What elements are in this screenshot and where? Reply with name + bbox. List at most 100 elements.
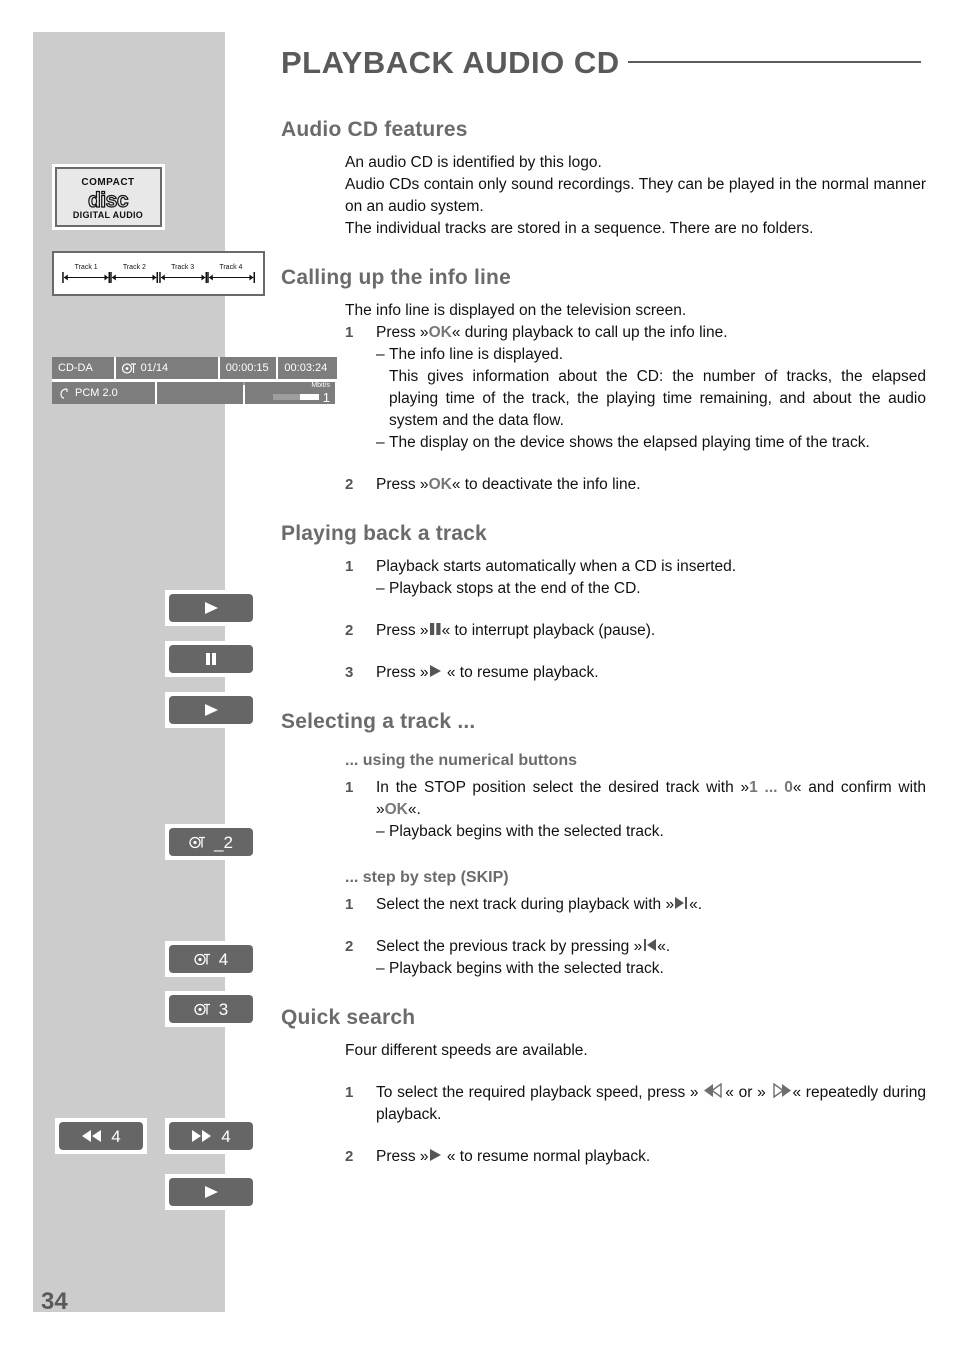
- sub-dash: –: [376, 434, 385, 451]
- track-label: Track 4: [219, 264, 243, 271]
- step-number: 3: [345, 664, 354, 681]
- step-text-pre: Press »: [376, 1148, 429, 1165]
- forward-value: 4: [221, 1126, 231, 1146]
- osd-format-cell: CD-DA: [52, 357, 114, 379]
- key-ok: OK: [384, 801, 408, 818]
- step-text: To select the required playback speed, p…: [376, 1082, 926, 1126]
- step-text-a: To select the required playback speed, p…: [376, 1084, 704, 1101]
- track-segment: Track 1: [62, 253, 110, 294]
- key-display-play-1: [165, 590, 257, 626]
- key-ok: OK: [428, 476, 452, 493]
- sub-text: Playback stops at the end of the CD.: [389, 580, 641, 597]
- numerical-step-1: 1 In the STOP position select the desire…: [345, 777, 926, 821]
- info-line-sub-2: – The display on the device shows the el…: [376, 432, 926, 454]
- step-text: Select the next track during playback wi…: [376, 894, 926, 916]
- manual-page: PLAYBACK AUDIO CD COMPACT disc DIGITAL A…: [0, 0, 954, 1352]
- key-display-track-select: _2: [165, 824, 257, 860]
- sub-text: Playback begins with the selected track.: [389, 823, 664, 840]
- key-display-rewind: 4: [55, 1118, 147, 1154]
- key-display-pause: [165, 641, 257, 677]
- play-icon: [202, 600, 220, 616]
- audio-cd-features-line-2: Audio CDs contain only sound recordings.…: [345, 176, 926, 215]
- compact-disc-logo: COMPACT disc DIGITAL AUDIO: [55, 167, 162, 227]
- track-segment: Track 4: [207, 253, 255, 294]
- track-segment: Track 3: [159, 253, 207, 294]
- sub-text: The info line is displayed.: [389, 346, 564, 363]
- subsection-heading-numerical-buttons: ... using the numerical buttons: [345, 752, 578, 769]
- osd-blank-cell: [157, 382, 243, 404]
- section-heading-info-line: Calling up the info line: [281, 266, 511, 289]
- step-text-pre: Select the previous track by pressing »: [376, 938, 643, 955]
- key-display-play-2: [165, 692, 257, 728]
- forward-search-icon: [770, 1083, 792, 1098]
- quick-search-step-1: 1 To select the required playback speed,…: [345, 1082, 926, 1126]
- quick-search-intro: Four different speeds are available.: [345, 1042, 588, 1059]
- play-icon: [202, 702, 220, 718]
- step-number: 2: [345, 622, 354, 639]
- playing-back-step-2: 2 Press » « to interrupt playback (pause)…: [345, 620, 926, 642]
- sub-dash: –: [376, 960, 385, 977]
- track-label: Track 3: [171, 264, 195, 271]
- sub-dash: –: [376, 823, 385, 840]
- osd-elapsed-cell: 00:00:15: [219, 357, 277, 379]
- compact-disc-logo-icon: COMPACT disc DIGITAL AUDIO: [73, 177, 143, 220]
- pause-icon: [429, 622, 442, 636]
- audio-icon: [60, 387, 68, 399]
- pause-icon: [203, 651, 219, 667]
- key-numeric-range: 1 ... 0: [749, 779, 793, 796]
- rewind-value: 4: [111, 1126, 121, 1146]
- svg-text:DIGITAL AUDIO: DIGITAL AUDIO: [73, 210, 143, 220]
- step-text-pre: Press »: [376, 622, 429, 639]
- playing-back-step-3: 3 Press » « to resume playback.: [345, 662, 926, 684]
- key-display-skip-next: 4: [165, 941, 257, 977]
- step-text-a: In the STOP position select the desired …: [376, 779, 750, 796]
- step-text: Press »OK« during playback to call up th…: [376, 322, 926, 344]
- page-title: PLAYBACK AUDIO CD: [281, 45, 620, 80]
- skip-next-value: 4: [218, 949, 229, 969]
- info-line-sub-1: – The info line is displayed.: [376, 344, 926, 366]
- sub-dash: –: [376, 580, 385, 597]
- osd-audio-cell: PCM 2.0: [52, 382, 155, 404]
- info-line-intro: The info line is displayed on the televi…: [345, 302, 687, 319]
- osd-audio-value: PCM 2.0: [75, 387, 118, 399]
- track-icon: [121, 362, 136, 374]
- step-text: Select the previous track by pressing » «…: [376, 936, 926, 958]
- fast-forward-icon: [191, 1129, 213, 1143]
- step-number: 1: [345, 896, 354, 913]
- track-select-value: _2: [214, 832, 233, 852]
- step-number: 1: [345, 558, 354, 575]
- title-rule: [627, 61, 921, 63]
- svg-text:disc: disc: [88, 189, 129, 212]
- key-display-forward: 4: [165, 1118, 257, 1154]
- osd-track-value: 01/14: [140, 362, 169, 374]
- step-text: Press » « to resume normal playback.: [376, 1146, 926, 1168]
- play-icon: [429, 664, 443, 678]
- skip-prev-value: 3: [218, 999, 229, 1019]
- section-heading-quick-search: Quick search: [281, 1006, 416, 1029]
- step-text-pre: Press »: [376, 324, 429, 341]
- step-number: 2: [345, 476, 354, 493]
- audio-cd-features-line-3: The individual tracks are stored in a se…: [345, 220, 814, 237]
- double-arrow-icon: [159, 272, 207, 283]
- track-icon: [194, 1002, 211, 1017]
- skip-step-1: 1 Select the next track during playback …: [345, 894, 926, 916]
- step-text-pre: Press »: [376, 664, 429, 681]
- sub-dash: –: [376, 346, 385, 363]
- track-label: Track 1: [74, 264, 98, 271]
- play-icon: [429, 1148, 443, 1162]
- page-number: 34: [41, 1288, 68, 1315]
- step-number: 1: [345, 779, 354, 796]
- step-text-post: « to deactivate the info line.: [451, 476, 641, 493]
- step-text: In the STOP position select the desired …: [376, 777, 926, 821]
- skip-next-icon: [674, 896, 689, 910]
- numerical-sub-1: – Playback begins with the selected trac…: [376, 821, 926, 843]
- rewind-search-icon: [703, 1083, 725, 1098]
- step-text-post: « to resume playback.: [442, 664, 599, 681]
- double-arrow-icon: [62, 272, 110, 283]
- track-sequence-diagram: Track 1 Track 2 Track 3 Track 4: [52, 251, 265, 296]
- skip-step-2: 2 Select the previous track by pressing …: [345, 936, 926, 958]
- play-icon: [202, 1184, 220, 1200]
- audio-cd-features-line-1: An audio CD is identified by this logo.: [345, 154, 602, 171]
- section-heading-audio-cd-features: Audio CD features: [281, 118, 468, 141]
- step-text: Press » « to resume playback.: [376, 662, 926, 684]
